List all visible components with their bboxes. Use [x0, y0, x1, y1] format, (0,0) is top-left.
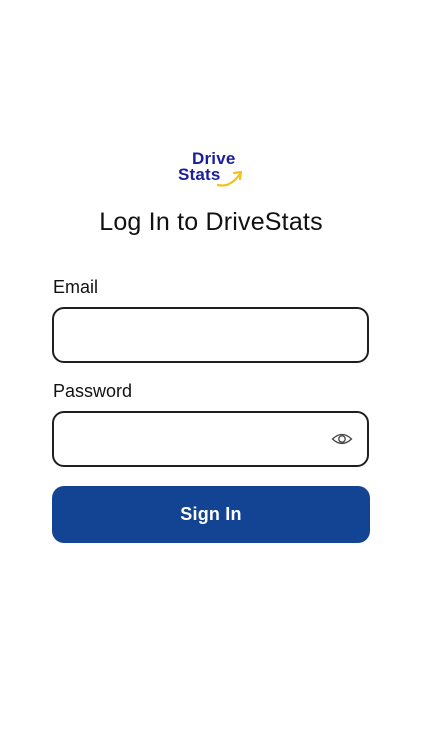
app-logo: Drive Stats — [176, 150, 246, 192]
eye-icon[interactable] — [331, 430, 353, 448]
password-label: Password — [53, 381, 133, 401]
password-field-container — [52, 411, 369, 467]
logo-text-stats: Stats — [178, 165, 221, 184]
email-field[interactable] — [54, 309, 367, 361]
email-field-container — [52, 307, 369, 363]
sign-in-button[interactable]: Sign In — [52, 486, 370, 543]
password-field[interactable] — [54, 413, 367, 465]
email-label: Email — [53, 277, 99, 297]
upward-arrow-icon — [216, 170, 243, 187]
page-title: Log In to DriveStats — [99, 208, 323, 236]
